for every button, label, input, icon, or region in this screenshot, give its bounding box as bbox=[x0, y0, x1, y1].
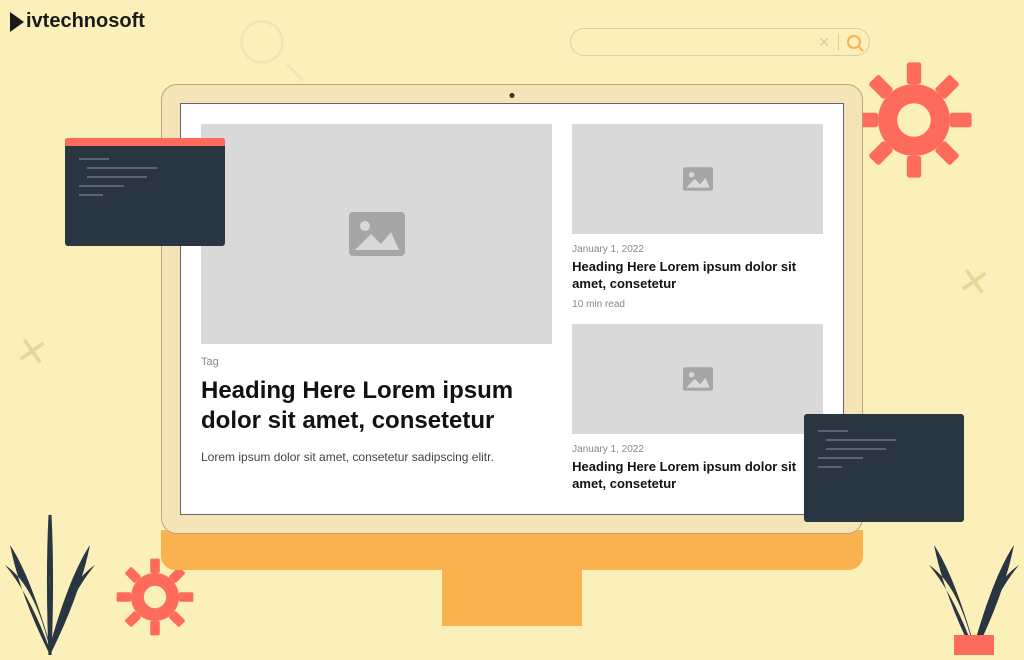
image-placeholder bbox=[201, 124, 552, 344]
brand-logo: ivtechnosoft bbox=[10, 10, 145, 33]
x-decoration-icon: ✕ bbox=[954, 258, 993, 308]
side-articles: January 1, 2022 Heading Here Lorem ipsum… bbox=[572, 124, 823, 494]
side-article: January 1, 2022 Heading Here Lorem ipsum… bbox=[572, 124, 823, 310]
card-accent-bar bbox=[65, 138, 225, 146]
image-icon bbox=[349, 212, 405, 256]
logo-mark-icon bbox=[10, 12, 24, 32]
article-heading[interactable]: Heading Here Lorem ipsum dolor sit amet,… bbox=[201, 376, 552, 436]
monitor-stand bbox=[442, 570, 582, 626]
plant-decoration-icon bbox=[0, 455, 100, 655]
camera-icon bbox=[510, 93, 515, 98]
code-lines-icon bbox=[812, 430, 956, 468]
monitor-frame: Tag Heading Here Lorem ipsum dolor sit a… bbox=[161, 84, 863, 534]
article-read-time: 10 min read bbox=[572, 299, 823, 310]
code-card-icon bbox=[65, 138, 225, 246]
article-description: Lorem ipsum dolor sit amet, consetetur s… bbox=[201, 450, 552, 464]
clear-search-icon[interactable]: ✕ bbox=[818, 34, 830, 51]
screen: Tag Heading Here Lorem ipsum dolor sit a… bbox=[180, 103, 844, 515]
image-icon bbox=[683, 167, 713, 191]
article-date: January 1, 2022 bbox=[572, 244, 823, 255]
divider bbox=[838, 33, 839, 51]
article-date: January 1, 2022 bbox=[572, 444, 823, 455]
article-tag: Tag bbox=[201, 356, 552, 368]
image-icon bbox=[683, 367, 713, 391]
side-article: January 1, 2022 Heading Here Lorem ipsum… bbox=[572, 324, 823, 493]
brand-name: ivtechnosoft bbox=[26, 10, 145, 33]
image-placeholder bbox=[572, 324, 823, 434]
search-bar[interactable]: ✕ bbox=[570, 28, 870, 56]
main-article: Tag Heading Here Lorem ipsum dolor sit a… bbox=[201, 124, 552, 494]
code-card-icon bbox=[804, 414, 964, 522]
image-placeholder bbox=[572, 124, 823, 234]
code-lines-icon bbox=[73, 158, 217, 196]
x-decoration-icon: ✕ bbox=[12, 328, 51, 378]
gear-icon bbox=[854, 60, 974, 180]
monitor-chin bbox=[161, 530, 863, 570]
article-heading[interactable]: Heading Here Lorem ipsum dolor sit amet,… bbox=[572, 259, 823, 293]
monitor-illustration: Tag Heading Here Lorem ipsum dolor sit a… bbox=[161, 84, 863, 609]
search-icon[interactable] bbox=[847, 35, 861, 49]
article-heading[interactable]: Heading Here Lorem ipsum dolor sit amet,… bbox=[572, 459, 823, 493]
magnifier-decoration-icon bbox=[240, 20, 300, 80]
